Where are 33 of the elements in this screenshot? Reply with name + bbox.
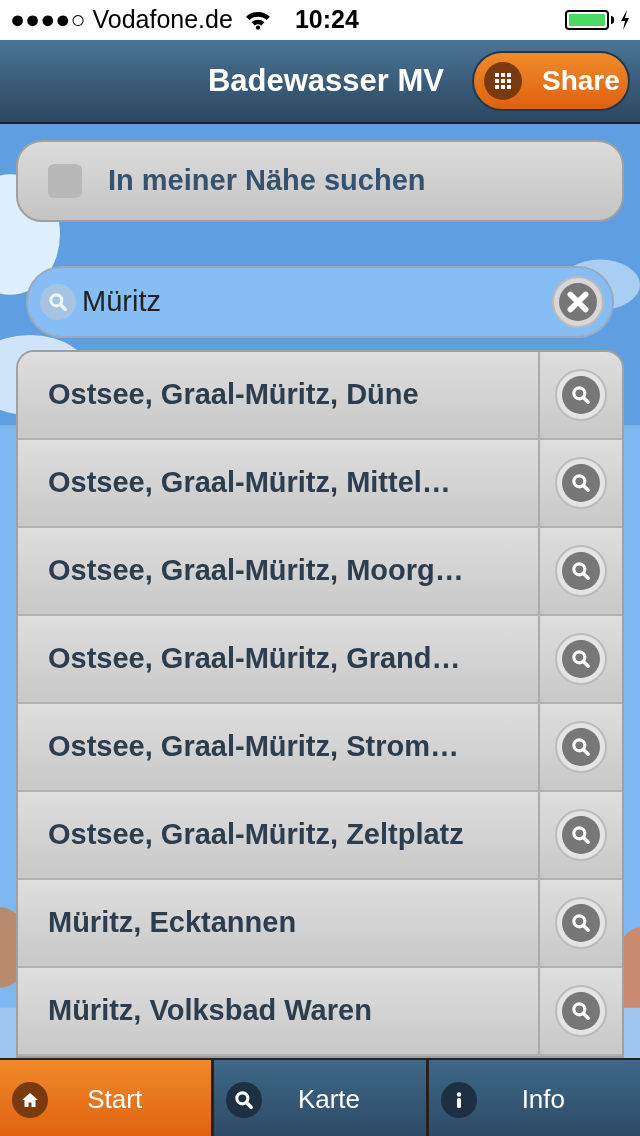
search-button[interactable] bbox=[555, 545, 607, 597]
search-button[interactable] bbox=[555, 985, 607, 1037]
search-icon bbox=[570, 1000, 592, 1022]
search-button[interactable] bbox=[555, 897, 607, 949]
info-icon bbox=[440, 1081, 477, 1118]
tab-bar-item[interactable]: Karte bbox=[214, 1060, 426, 1136]
search-button[interactable] bbox=[555, 721, 607, 773]
search-icon bbox=[570, 736, 592, 758]
nearby-search-toggle[interactable]: In meiner Nähe suchen bbox=[16, 140, 624, 222]
battery-icon bbox=[565, 10, 614, 30]
grid-icon bbox=[484, 62, 522, 100]
search-button[interactable] bbox=[555, 457, 607, 509]
wifi-icon bbox=[244, 10, 271, 30]
search-icon bbox=[226, 1081, 263, 1118]
search-button[interactable] bbox=[555, 809, 607, 861]
search-icon bbox=[570, 912, 592, 934]
search-icon bbox=[47, 291, 69, 313]
clear-button[interactable] bbox=[552, 276, 604, 328]
search-button[interactable] bbox=[555, 633, 607, 685]
search-icon bbox=[570, 824, 592, 846]
search-field[interactable]: Müritz bbox=[82, 280, 552, 324]
search-icon bbox=[570, 648, 592, 670]
search-icon bbox=[570, 472, 592, 494]
search-icon bbox=[570, 384, 592, 406]
checkbox[interactable] bbox=[48, 164, 82, 198]
clock-time: 10:24 bbox=[294, 4, 359, 36]
home-icon bbox=[12, 1081, 48, 1118]
search-button[interactable] bbox=[555, 369, 607, 421]
carrier-name: ●●●●○ Vodafone.de bbox=[10, 4, 233, 36]
app-title: Badewasser MV bbox=[207, 61, 444, 100]
search-icon bbox=[570, 560, 592, 582]
tab-bar-item[interactable]: Info bbox=[428, 1060, 640, 1136]
search-bar[interactable]: Müritz bbox=[26, 266, 614, 338]
